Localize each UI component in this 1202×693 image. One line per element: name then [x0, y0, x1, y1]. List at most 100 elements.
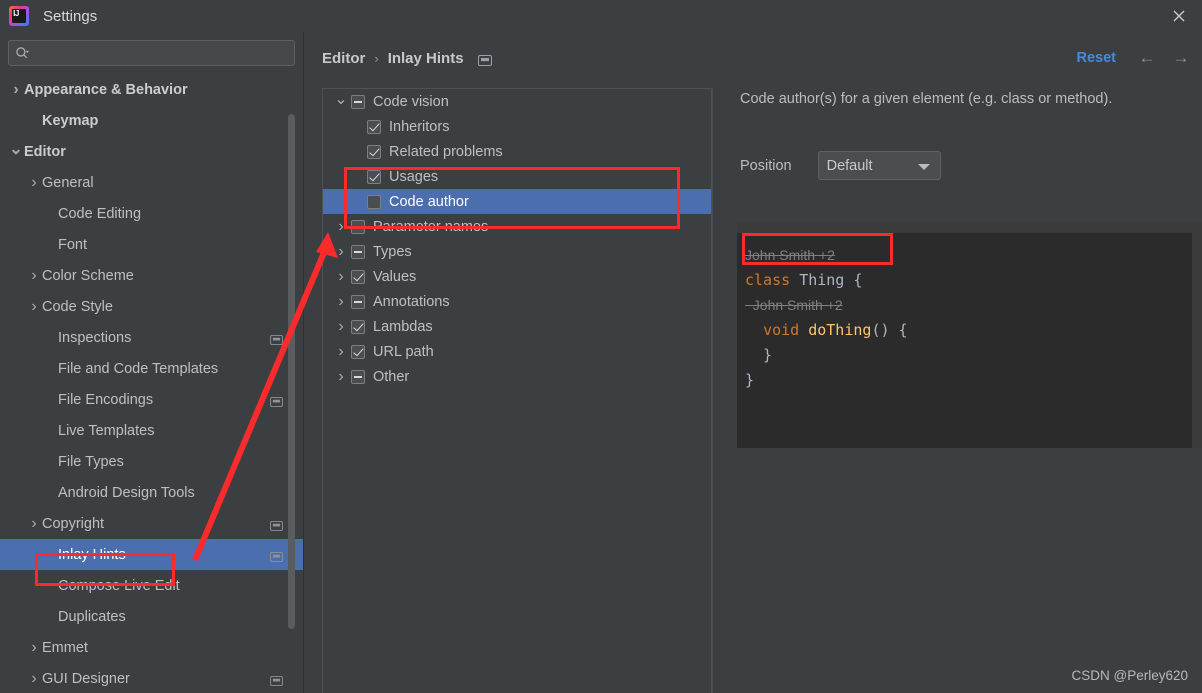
checkbox-usages[interactable]: [367, 169, 381, 184]
sidebar-item-inlay-hints[interactable]: Inlay Hints: [0, 539, 303, 570]
sidebar-item-editor[interactable]: ⌄ Editor: [0, 136, 303, 167]
sidebar-item-code-editing[interactable]: Code Editing: [0, 198, 303, 229]
hint-tree-row-related-problems[interactable]: Related problems: [323, 139, 711, 164]
hint-tree-label: Code vision: [373, 93, 449, 110]
search-box[interactable]: [8, 40, 295, 66]
chevron-right-icon[interactable]: ›: [331, 343, 351, 361]
code-line: }: [745, 371, 755, 389]
hint-tree-row-types[interactable]: › Types: [323, 239, 711, 264]
chevron-right-icon[interactable]: ›: [331, 293, 351, 311]
checkbox-url-path[interactable]: [351, 344, 365, 359]
hint-tree-row-annotations[interactable]: › Annotations: [323, 289, 711, 314]
code-preview-content: John Smith +2 class Thing { John Smith +2…: [737, 233, 1192, 448]
settings-header: Editor › Inlay Hints Reset ← →: [304, 32, 1202, 84]
sidebar-item-copyright[interactable]: › Copyright: [0, 508, 303, 539]
sidebar-item-label: Emmet: [42, 639, 88, 656]
hint-tree-label: URL path: [373, 343, 434, 360]
inlay-hints-tree: ⌄ Code vision Inheritors Related problems Us…: [322, 88, 712, 693]
sidebar-item-keymap[interactable]: Keymap: [0, 105, 303, 136]
hint-tree-row-other[interactable]: › Other: [323, 364, 711, 389]
hint-tree-row-code-vision[interactable]: ⌄ Code vision: [323, 89, 711, 114]
hint-tree-row-values[interactable]: › Values: [323, 264, 711, 289]
sidebar-item-file-encodings[interactable]: File Encodings: [0, 384, 303, 415]
sidebar-item-duplicates[interactable]: Duplicates: [0, 601, 303, 632]
sidebar-item-color-scheme[interactable]: › Color Scheme: [0, 260, 303, 291]
chevron-right-icon[interactable]: ›: [26, 298, 42, 316]
arrow-left-icon[interactable]: ←: [1136, 47, 1158, 69]
inlay-hint-line: John Smith +2: [745, 243, 1192, 268]
chevron-right-icon[interactable]: ›: [26, 174, 42, 192]
project-settings-icon: [270, 550, 283, 562]
breadcrumb-parent[interactable]: Editor: [322, 50, 365, 67]
chevron-down-icon[interactable]: ⌄: [331, 89, 351, 109]
sidebar-scrollbar[interactable]: [288, 114, 295, 629]
close-icon[interactable]: [1156, 0, 1202, 32]
chevron-right-icon[interactable]: ›: [26, 267, 42, 285]
sidebar-item-gui-designer[interactable]: › GUI Designer: [0, 663, 303, 693]
search-input[interactable]: [34, 45, 288, 61]
chevron-down-icon[interactable]: ⌄: [8, 139, 24, 159]
panel-divider: [712, 88, 713, 693]
settings-dialog: IJ Settings › Appearance & Behavior Keymap…: [0, 0, 1202, 693]
hint-tree-row-parameter-names[interactable]: › Parameter names: [323, 214, 711, 239]
intellij-idea-logo-icon: IJ: [9, 6, 29, 26]
chevron-right-icon[interactable]: ›: [26, 515, 42, 533]
code-line: }: [745, 346, 773, 364]
sidebar-item-label: Code Editing: [58, 205, 142, 222]
sidebar-item-font[interactable]: Font: [0, 229, 303, 260]
title-bar: IJ Settings: [0, 0, 1202, 32]
checkbox-parameter-names[interactable]: [351, 219, 365, 234]
project-settings-icon: [270, 395, 283, 407]
sidebar-item-code-style[interactable]: › Code Style: [0, 291, 303, 322]
hint-tree-row-code-author[interactable]: Code author: [323, 189, 711, 214]
chevron-right-icon[interactable]: ›: [331, 243, 351, 261]
checkbox-types[interactable]: [351, 244, 365, 259]
chevron-right-icon[interactable]: ›: [331, 218, 351, 236]
checkbox-inheritors[interactable]: [367, 119, 381, 134]
chevron-right-icon[interactable]: ›: [331, 268, 351, 286]
sidebar-item-label: Inspections: [58, 329, 132, 346]
hint-tree-row-usages[interactable]: Usages: [323, 164, 711, 189]
sidebar-item-emmet[interactable]: › Emmet: [0, 632, 303, 663]
code-preview: John Smith +2 class Thing { John Smith +2…: [737, 222, 1202, 448]
checkbox-values[interactable]: [351, 269, 365, 284]
sidebar-item-label: Editor: [24, 143, 66, 160]
checkbox-lambdas[interactable]: [351, 319, 365, 334]
project-settings-icon[interactable]: [477, 53, 492, 66]
sidebar-item-live-templates[interactable]: Live Templates: [0, 415, 303, 446]
hint-description: Code author(s) for a given element (e.g.…: [740, 91, 1113, 107]
watermark: CSDN @Perley620: [1071, 668, 1189, 683]
sidebar-item-label: Code Style: [42, 298, 113, 315]
hint-tree-row-inheritors[interactable]: Inheritors: [323, 114, 711, 139]
position-select[interactable]: Default: [817, 151, 941, 180]
checkbox-annotations[interactable]: [351, 294, 365, 309]
chevron-right-icon[interactable]: ›: [331, 318, 351, 336]
checkbox-related-problems[interactable]: [367, 144, 381, 159]
reset-button[interactable]: Reset: [1077, 50, 1117, 66]
search-container: [0, 32, 303, 66]
checkbox-code-author[interactable]: [367, 194, 381, 209]
sidebar-item-android-design-tools[interactable]: Android Design Tools: [0, 477, 303, 508]
inlay-hint-text: John Smith +2: [745, 247, 835, 263]
sidebar-divider: [303, 32, 304, 693]
arrow-right-icon[interactable]: →: [1170, 47, 1192, 69]
sidebar-item-label: Appearance & Behavior: [24, 81, 188, 98]
sidebar-item-label: Font: [58, 236, 88, 253]
hint-tree-row-lambdas[interactable]: › Lambdas: [323, 314, 711, 339]
sidebar-item-compose-live-edit[interactable]: Compose Live Edit: [0, 570, 303, 601]
chevron-right-icon[interactable]: ›: [26, 639, 42, 657]
hint-tree-label: Other: [373, 368, 410, 385]
chevron-right-icon[interactable]: ›: [26, 670, 42, 688]
sidebar-item-appearance-behavior[interactable]: › Appearance & Behavior: [0, 74, 303, 105]
chevron-right-icon[interactable]: ›: [331, 368, 351, 386]
hint-tree-row-url-path[interactable]: › URL path: [323, 339, 711, 364]
sidebar-item-file-types[interactable]: File Types: [0, 446, 303, 477]
inlay-hint-text: John Smith +2: [745, 297, 843, 313]
sidebar-item-file-and-code-templates[interactable]: File and Code Templates: [0, 353, 303, 384]
hint-tree-label: Lambdas: [373, 318, 433, 335]
chevron-right-icon[interactable]: ›: [8, 81, 24, 99]
checkbox-other[interactable]: [351, 369, 365, 384]
checkbox-code-vision[interactable]: [351, 94, 365, 109]
sidebar-item-inspections[interactable]: Inspections: [0, 322, 303, 353]
sidebar-item-general[interactable]: › General: [0, 167, 303, 198]
